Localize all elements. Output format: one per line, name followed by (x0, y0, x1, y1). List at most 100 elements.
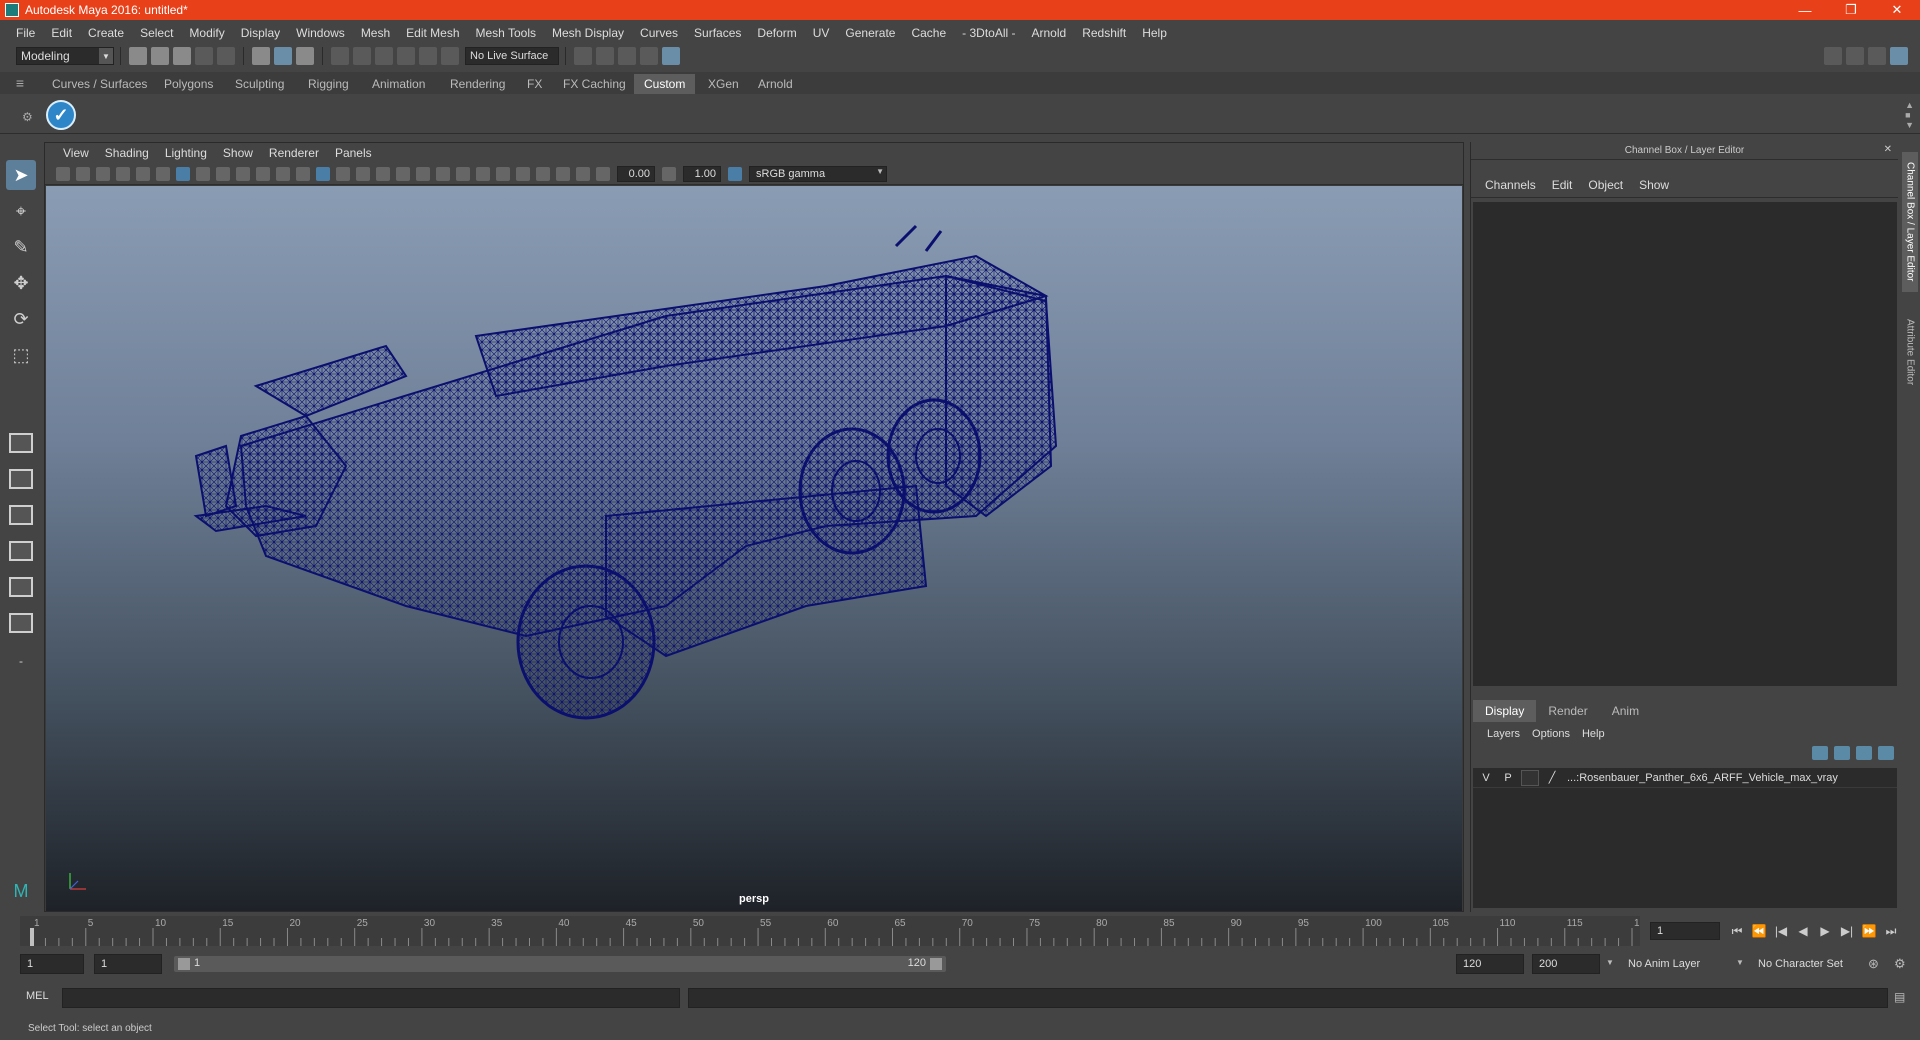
chevron-down-icon[interactable]: ▼ (1606, 958, 1614, 967)
time-slider[interactable]: 1 5 10 15 20 25 30 35 40 45 50 55 60 65 70 75 80 85 90 95 10… (20, 916, 1640, 946)
layer-color-swatch[interactable] (1521, 769, 1539, 786)
menu-arnold[interactable]: Arnold (1024, 26, 1075, 40)
layer-edit-icon[interactable]: ╱ (1543, 770, 1561, 786)
menu-modify[interactable]: Modify (181, 26, 232, 40)
shelf-tab-xgen[interactable]: XGen (698, 74, 749, 94)
go-to-end-icon[interactable]: ⏭ (1880, 924, 1902, 939)
shelf-scroll-icon[interactable]: ▲ ■ ▼ (1905, 100, 1914, 130)
playback-end-field[interactable]: 120 (1456, 954, 1524, 974)
menu-edit-mesh[interactable]: Edit Mesh (398, 26, 467, 40)
layer-tab-anim[interactable]: Anim (1600, 700, 1651, 722)
gamma-field[interactable]: 1.00 (683, 165, 721, 182)
shelf-tab-arnold[interactable]: Arnold (748, 74, 803, 94)
modeling-toolkit-icon[interactable] (1824, 47, 1842, 65)
cb-menu-channels[interactable]: Channels (1477, 178, 1544, 192)
range-slider[interactable]: 1 120 (174, 956, 946, 972)
grid-icon[interactable] (176, 166, 190, 181)
select-component-icon[interactable] (296, 47, 314, 65)
grease-pencil-icon[interactable] (156, 166, 170, 181)
menu-surfaces[interactable]: Surfaces (686, 26, 749, 40)
viewport-canvas[interactable]: persp (46, 186, 1462, 911)
snap-grid-icon[interactable] (331, 47, 349, 65)
snap-live-icon[interactable] (441, 47, 459, 65)
smooth-shade-icon[interactable] (336, 166, 350, 181)
exposure-field[interactable]: 0.00 (617, 165, 655, 182)
layer-row[interactable]: V P ╱ ...:Rosenbauer_Panther_6x6_ARFF_Ve… (1473, 768, 1897, 788)
hypershade-layout-icon[interactable] (6, 610, 36, 636)
snap-view-plane-icon[interactable] (397, 47, 415, 65)
playback-start-field[interactable]: 1 (94, 954, 162, 974)
le-menu-help[interactable]: Help (1576, 728, 1611, 740)
layer-name[interactable]: ...:Rosenbauer_Panther_6x6_ARFF_Vehicle_… (1567, 772, 1838, 784)
script-editor-icon[interactable]: ▤ (1894, 990, 1905, 1004)
shelf-menu-icon[interactable]: ≡ (0, 72, 40, 94)
mel-label[interactable]: MEL (26, 990, 49, 1002)
step-back-key-icon[interactable]: |◀ (1770, 924, 1792, 938)
le-menu-layers[interactable]: Layers (1481, 728, 1526, 740)
cb-menu-object[interactable]: Object (1580, 178, 1631, 192)
camera-attributes-icon[interactable] (76, 166, 90, 181)
color-space-select[interactable]: sRGB gamma ▼ (749, 165, 887, 182)
hypershade-icon[interactable] (662, 47, 680, 65)
shelf-tab-curves-surfaces[interactable]: Curves / Surfaces (42, 74, 157, 94)
step-forward-key-icon[interactable]: ▶| (1836, 924, 1858, 938)
side-tab-attribute-editor[interactable]: Attribute Editor (1902, 302, 1918, 402)
attribute-editor-toggle-icon[interactable] (1846, 47, 1864, 65)
range-end-handle[interactable] (930, 958, 942, 970)
save-scene-icon[interactable] (173, 47, 191, 65)
snap-surface-icon[interactable] (419, 47, 437, 65)
open-scene-icon[interactable] (151, 47, 169, 65)
select-object-icon[interactable] (274, 47, 292, 65)
menu-display[interactable]: Display (233, 26, 288, 40)
paint-select-tool-icon[interactable]: ✎ (6, 232, 36, 262)
wireframe-on-shaded-icon[interactable] (356, 166, 370, 181)
new-scene-icon[interactable] (129, 47, 147, 65)
close-icon[interactable]: ✕ (1884, 144, 1892, 155)
shelf-tab-custom[interactable]: Custom (634, 74, 696, 94)
gear-icon[interactable]: ⚙ (22, 110, 33, 124)
lasso-tool-icon[interactable]: ⌖ (6, 196, 36, 226)
menu-deform[interactable]: Deform (749, 26, 804, 40)
four-pane-layout-icon[interactable] (6, 466, 36, 492)
channel-box-toggle-icon[interactable] (1890, 47, 1908, 65)
lights-icon[interactable] (396, 166, 410, 181)
menu-help[interactable]: Help (1134, 26, 1175, 40)
move-layer-down-icon[interactable] (1834, 746, 1850, 760)
outliner-layout-icon[interactable] (6, 538, 36, 564)
shelf-tab-fx-caching[interactable]: FX Caching (553, 74, 636, 94)
menu-redshift[interactable]: Redshift (1074, 26, 1134, 40)
close-button[interactable]: ✕ (1874, 0, 1920, 20)
resolution-gate-icon[interactable] (216, 166, 230, 181)
play-backwards-icon[interactable]: ◀ (1792, 924, 1814, 938)
shelf-tab-rigging[interactable]: Rigging (298, 74, 359, 94)
animation-end-field[interactable]: 200 (1532, 954, 1600, 974)
shelf-tab-polygons[interactable]: Polygons (154, 74, 223, 94)
wireframe-icon[interactable] (316, 166, 330, 181)
camera-select-icon[interactable] (56, 166, 70, 181)
undo-icon[interactable] (195, 47, 213, 65)
cb-menu-edit[interactable]: Edit (1544, 178, 1581, 192)
xray-components-icon[interactable] (576, 166, 590, 181)
safe-title-icon[interactable] (296, 166, 310, 181)
auto-key-icon[interactable]: ⊛ (1868, 956, 1879, 972)
scale-tool-icon[interactable]: ⬚ (6, 340, 36, 370)
move-layer-up-icon[interactable] (1812, 746, 1828, 760)
graph-layout-icon[interactable] (6, 574, 36, 600)
menu-mesh-tools[interactable]: Mesh Tools (468, 26, 544, 40)
viewport-menu-renderer[interactable]: Renderer (261, 146, 327, 160)
gate-mask-icon[interactable] (236, 166, 250, 181)
select-tool-icon[interactable]: ➤ (6, 160, 36, 190)
field-chart-icon[interactable] (256, 166, 270, 181)
maximize-button[interactable]: ❐ (1828, 0, 1874, 20)
shelf-tab-sculpting[interactable]: Sculpting (225, 74, 294, 94)
menu-create[interactable]: Create (80, 26, 132, 40)
checkmark-icon[interactable]: ✓ (46, 100, 76, 130)
render-settings-icon[interactable] (640, 47, 658, 65)
side-tab-channel-box[interactable]: Channel Box / Layer Editor (1902, 152, 1918, 292)
shelf-tab-rendering[interactable]: Rendering (440, 74, 515, 94)
ipr-render-icon[interactable] (618, 47, 636, 65)
menu-set-select[interactable]: Modeling ▼ (16, 47, 114, 65)
exposure-icon[interactable] (596, 166, 610, 181)
layer-tab-display[interactable]: Display (1473, 700, 1537, 722)
snap-curve-icon[interactable] (353, 47, 371, 65)
